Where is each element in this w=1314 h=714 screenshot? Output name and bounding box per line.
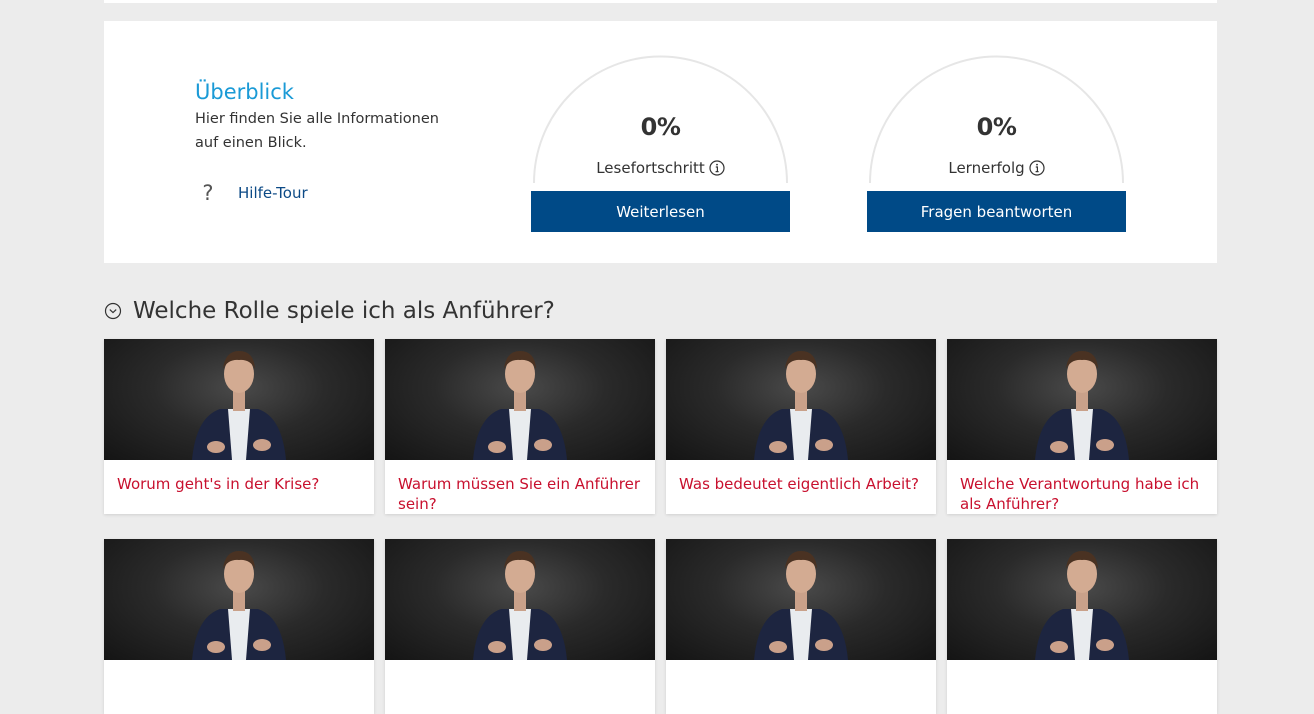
reading-progress-gauge: 0% Lesefortschritt Weiterlesen [531,55,790,232]
overview-panel: Überblick Hier finden Sie alle Informati… [104,21,1217,263]
video-card[interactable]: Welche Verantwortung habe ich als Anführ… [947,339,1217,514]
overview-title: Überblick [195,80,294,104]
overview-description: Hier finden Sie alle Informationen auf e… [195,111,439,151]
video-card-title [666,660,936,714]
video-card-title: Warum müssen Sie ein Anführer sein? [398,475,641,513]
video-card-title: Worum geht's in der Krise? [117,475,320,493]
learning-success-label: Lernerfolg [948,159,1025,177]
help-tour-label: Hilfe-Tour [238,184,308,202]
video-thumbnail [385,339,655,460]
video-card-title: Was bedeutet eigentlich Arbeit? [679,475,919,493]
video-card[interactable] [666,539,936,714]
video-thumbnail [947,339,1217,460]
reading-progress-label: Lesefortschritt [596,159,705,177]
presenter-silhouette [754,351,848,460]
video-card[interactable] [385,539,655,714]
video-card[interactable]: Warum müssen Sie ein Anführer sein? [385,339,655,514]
section-header[interactable]: Welche Rolle spiele ich als Anführer? [104,296,555,326]
video-thumbnail [104,339,374,460]
presenter-silhouette [192,551,286,660]
previous-panel-edge [104,0,1217,3]
video-thumbnail [666,339,936,460]
video-card[interactable] [947,539,1217,714]
continue-reading-button[interactable]: Weiterlesen [531,191,790,232]
presenter-silhouette [473,351,567,460]
video-card-title [104,660,374,714]
reading-progress-label-row: Lesefortschritt [531,159,790,177]
info-icon[interactable] [709,160,725,176]
video-card-title [385,660,655,714]
learning-success-percent: 0% [976,113,1017,141]
video-card-title [947,660,1217,714]
section-title: Welche Rolle spiele ich als Anführer? [133,298,555,324]
video-card[interactable]: Was bedeutet eigentlich Arbeit? [666,339,936,514]
video-card-title: Welche Verantwortung habe ich als Anführ… [960,475,1200,513]
video-card[interactable]: Worum geht's in der Krise? [104,339,374,514]
help-tour-link[interactable]: ? Hilfe-Tour [198,180,308,206]
learning-success-gauge: 0% Lernerfolg Fragen beantworten [867,55,1126,232]
answer-questions-button[interactable]: Fragen beantworten [867,191,1126,232]
video-card[interactable] [104,539,374,714]
presenter-silhouette [1035,351,1129,460]
video-thumbnail [385,539,655,660]
presenter-silhouette [754,551,848,660]
question-mark-icon: ? [202,181,214,205]
presenter-silhouette [192,351,286,460]
presenter-silhouette [1035,551,1129,660]
reading-progress-percent: 0% [640,113,681,141]
video-thumbnail [947,539,1217,660]
learning-success-label-row: Lernerfolg [867,159,1126,177]
presenter-silhouette [473,551,567,660]
video-thumbnail [666,539,936,660]
info-icon[interactable] [1029,160,1045,176]
video-thumbnail [104,539,374,660]
chevron-down-circle-icon[interactable] [104,302,122,320]
